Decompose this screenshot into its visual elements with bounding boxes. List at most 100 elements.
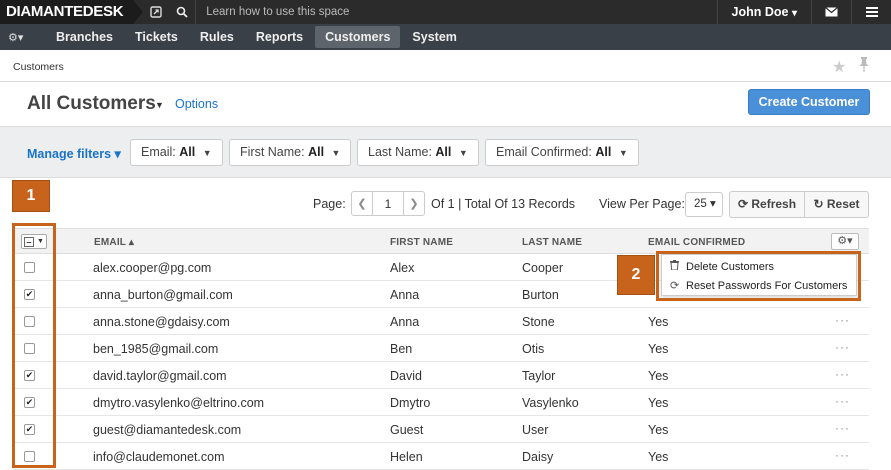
- nav-item-branches[interactable]: Branches: [46, 26, 123, 48]
- row-actions-button[interactable]: ···: [835, 421, 850, 435]
- nav-item-customers[interactable]: Customers: [315, 26, 401, 48]
- email-cell: anna.stone@gdaisy.com: [93, 315, 230, 329]
- last-name-cell: User: [522, 423, 549, 437]
- star-icon[interactable]: ★: [832, 57, 846, 77]
- nav-item-rules[interactable]: Rules: [190, 26, 244, 48]
- chevron-down-icon: ▼: [618, 148, 628, 158]
- first-name-cell: Anna: [390, 315, 420, 329]
- filter-value: All: [595, 145, 612, 159]
- user-menu[interactable]: John Doe ▾: [716, 0, 811, 24]
- search-icon[interactable]: [169, 0, 195, 24]
- filter-bar: Manage filters ▾ Email: All ▼ First Name…: [0, 126, 891, 178]
- row-actions-button[interactable]: ···: [835, 313, 850, 327]
- total-records: Of 1 | Total Of 13 Records: [431, 197, 576, 211]
- options-link[interactable]: Options: [175, 97, 218, 111]
- table-row[interactable]: ✔ guest@diamantedesk.com Guest User Yes ···: [13, 416, 869, 443]
- mail-icon[interactable]: [811, 0, 851, 24]
- reset-icon: ↻: [813, 197, 824, 211]
- filter-value: All: [435, 145, 452, 159]
- refresh-label: Refresh: [751, 197, 797, 211]
- last-name-cell: Vasylenko: [522, 396, 579, 410]
- reset-button[interactable]: ↻ Reset: [805, 191, 869, 218]
- email-confirmed-cell: Yes: [648, 315, 669, 329]
- chevron-left-icon[interactable]: ❮: [352, 192, 372, 215]
- chevron-down-icon: ▾: [791, 8, 797, 19]
- chevron-down-icon: ▼: [458, 148, 468, 158]
- nav-item-system[interactable]: System: [402, 26, 466, 48]
- view-per-page-label: View Per Page:: [599, 197, 685, 211]
- last-name-cell: Burton: [522, 288, 559, 302]
- email-cell: anna_burton@gmail.com: [93, 288, 233, 302]
- table-row[interactable]: ben_1985@gmail.com Ben Otis Yes ···: [13, 335, 869, 362]
- table-row[interactable]: anna.stone@gdaisy.com Anna Stone Yes ···: [13, 308, 869, 335]
- hamburger-menu-icon[interactable]: [851, 0, 891, 24]
- manage-filters-link[interactable]: Manage filters ▾: [27, 146, 121, 161]
- user-name: John Doe: [731, 5, 789, 19]
- column-header-email-confirmed[interactable]: EMAIL CONFIRMED: [648, 237, 745, 248]
- email-confirmed-cell: Yes: [648, 450, 669, 464]
- email-confirmed-cell: Yes: [648, 423, 669, 437]
- email-cell: ben_1985@gmail.com: [93, 342, 219, 356]
- expand-icon[interactable]: [143, 0, 169, 24]
- first-name-filter[interactable]: First Name: All ▼: [229, 139, 352, 166]
- breadcrumb-bar: Customers ★: [0, 50, 891, 82]
- create-customer-button[interactable]: Create Customer: [748, 89, 870, 115]
- first-name-cell: Guest: [390, 423, 424, 437]
- email-confirmed-cell: Yes: [648, 342, 669, 356]
- table-row[interactable]: info@claudemonet.com Helen Daisy Yes ···: [13, 443, 869, 470]
- callout-frame-2: [656, 251, 861, 301]
- nav-item-reports[interactable]: Reports: [246, 26, 313, 48]
- email-confirmed-filter[interactable]: Email Confirmed: All ▼: [485, 139, 639, 166]
- page-number-input[interactable]: 1: [372, 192, 404, 215]
- chevron-down-icon: ▼: [202, 148, 212, 158]
- pager: ❮ 1 ❯: [351, 191, 425, 216]
- refresh-button[interactable]: ⟳ Refresh: [729, 191, 805, 218]
- table-row[interactable]: ✔ dmytro.vasylenko@eltrino.com Dmytro Vasyl…: [13, 389, 869, 416]
- per-page-select[interactable]: 25 ▾: [685, 192, 723, 217]
- reset-label: Reset: [826, 197, 860, 211]
- email-cell: alex.cooper@pg.com: [93, 261, 212, 275]
- top-bar: DIAMANTEDESK Learn how to use this space…: [0, 0, 891, 24]
- filter-label: Email:: [141, 145, 176, 159]
- column-header-email[interactable]: EMAIL ▴: [94, 237, 134, 248]
- nav-item-tickets[interactable]: Tickets: [125, 26, 188, 48]
- row-actions-button[interactable]: ···: [835, 367, 850, 381]
- last-name-cell: Daisy: [522, 450, 554, 464]
- last-name-cell: Otis: [522, 342, 545, 356]
- filter-value: All: [179, 145, 196, 159]
- last-name-cell: Taylor: [522, 369, 556, 383]
- last-name-cell: Cooper: [522, 261, 563, 275]
- chevron-right-icon[interactable]: ❯: [404, 192, 424, 215]
- email-confirmed-cell: Yes: [648, 369, 669, 383]
- last-name-filter[interactable]: Last Name: All ▼: [357, 139, 479, 166]
- filter-label: First Name:: [240, 145, 305, 159]
- learn-link[interactable]: Learn how to use this space: [196, 6, 716, 18]
- email-filter[interactable]: Email: All ▼: [130, 139, 223, 166]
- chevron-down-icon: ▼: [331, 148, 341, 158]
- column-header-first-name[interactable]: FIRST NAME: [390, 237, 453, 248]
- mass-actions-gear-button[interactable]: ⚙▾: [831, 233, 859, 250]
- first-name-cell: David: [390, 369, 422, 383]
- callout-badge-1: 1: [12, 180, 50, 212]
- row-actions-button[interactable]: ···: [835, 340, 850, 354]
- table-row[interactable]: ✔ david.taylor@gmail.com David Taylor Yes ···: [13, 362, 869, 389]
- callout-frame-1: [12, 223, 56, 468]
- first-name-cell: Dmytro: [390, 396, 431, 410]
- row-actions-button[interactable]: ···: [835, 448, 850, 462]
- dashboard-icon[interactable]: ⚙▾: [8, 31, 46, 44]
- breadcrumb: Customers: [13, 61, 64, 73]
- refresh-icon: ⟳: [737, 197, 749, 211]
- app-logo[interactable]: DIAMANTEDESK: [0, 0, 134, 24]
- email-cell: guest@diamantedesk.com: [93, 423, 242, 437]
- first-name-cell: Helen: [390, 450, 423, 464]
- first-name-cell: Alex: [390, 261, 415, 275]
- column-header-last-name[interactable]: LAST NAME: [522, 237, 582, 248]
- chevron-down-icon[interactable]: ▼: [155, 100, 164, 110]
- main-nav: ⚙▾ Branches Tickets Rules Reports Custom…: [0, 24, 891, 50]
- filter-label: Email Confirmed:: [496, 145, 592, 159]
- row-actions-button[interactable]: ···: [835, 394, 850, 408]
- email-cell: dmytro.vasylenko@eltrino.com: [93, 396, 265, 410]
- filter-label: Last Name:: [368, 145, 432, 159]
- pin-icon[interactable]: [859, 57, 869, 76]
- page-label: Page:: [313, 197, 346, 211]
